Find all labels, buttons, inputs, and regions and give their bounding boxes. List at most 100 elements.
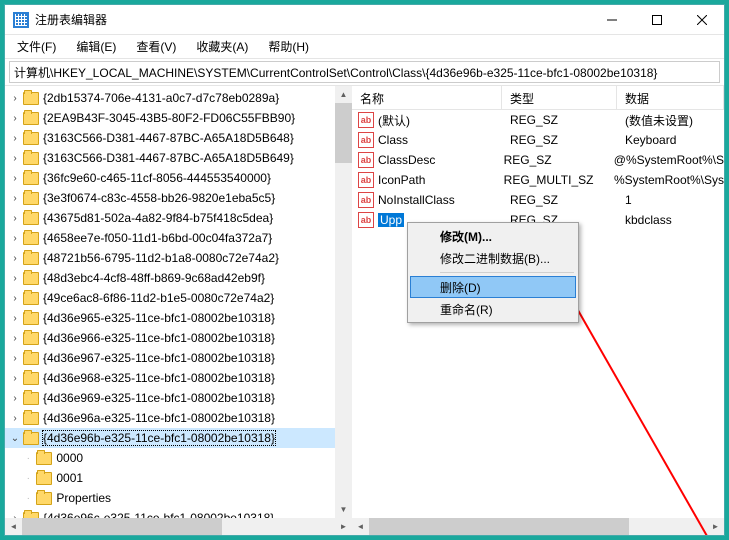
tree-row[interactable]: ⌄ {4d36e96b-e325-11ce-bfc1-08002be10318} [5,428,335,448]
tree-row[interactable]: · Properties [5,488,335,508]
chevron-right-icon[interactable]: › [9,333,21,344]
tree-row[interactable]: ›{4d36e969-e325-11ce-bfc1-08002be10318} [5,388,335,408]
list-row[interactable]: abIconPathREG_MULTI_SZ%SystemRoot%\Sys [352,170,724,190]
tree-label: {4d36e968-e325-11ce-bfc1-08002be10318} [43,371,275,385]
tree-row[interactable]: ›{48721b56-6795-11d2-b1a8-0080c72e74a2} [5,248,335,268]
menu-edit[interactable]: 编辑(E) [68,36,124,57]
tree-row[interactable]: ›{3e3f0674-c83c-4558-bb26-9820e1eba5c5} [5,188,335,208]
tree-row[interactable]: ·0000 [5,448,335,468]
tree-row[interactable]: ›{4d36e965-e325-11ce-bfc1-08002be10318} [5,308,335,328]
chevron-right-icon[interactable]: › [9,293,21,304]
folder-icon [23,132,39,145]
chevron-right-icon[interactable]: › [9,113,21,124]
tree-label: 0001 [56,471,83,485]
tree-row[interactable]: ›{48d3ebc4-4cf8-48ff-b869-9c68ad42eb9f} [5,268,335,288]
chevron-right-icon[interactable]: › [9,253,21,264]
window-controls [589,5,724,34]
scroll-left-button[interactable]: ◄ [5,518,22,535]
tree-label: {43675d81-502a-4a82-9f84-b75f418c5dea} [43,211,273,225]
scroll-thumb-h[interactable] [22,518,222,535]
chevron-right-icon[interactable]: › [9,213,21,224]
tree-row[interactable]: ›{49ce6ac8-6f86-11d2-b1e5-0080c72e74a2} [5,288,335,308]
list-row[interactable]: abClassDescREG_SZ@%SystemRoot%\S [352,150,724,170]
chevron-right-icon[interactable]: › [9,353,21,364]
menu-view[interactable]: 查看(V) [128,36,184,57]
chevron-right-icon[interactable]: › [9,373,21,384]
minimize-button[interactable] [589,5,634,34]
tree-row[interactable]: ›{3163C566-D381-4467-87BC-A65A18D5B649} [5,148,335,168]
menu-help[interactable]: 帮助(H) [260,36,317,57]
tree-list[interactable]: ›{2db15374-706e-4131-a0c7-d7c78eb0289a}›… [5,86,335,518]
folder-icon [36,492,52,505]
folder-icon [23,112,39,125]
header-data[interactable]: 数据 [617,86,724,109]
value-data: Keyboard [617,133,724,147]
chevron-right-icon[interactable]: › [9,313,21,324]
string-value-icon: ab [358,112,374,128]
address-bar[interactable]: 计算机\HKEY_LOCAL_MACHINE\SYSTEM\CurrentCon… [9,61,720,83]
ctx-delete[interactable]: 删除(D) [410,276,576,298]
tree-row[interactable]: ›{2EA9B43F-3045-43B5-80F2-FD06C55FBB90} [5,108,335,128]
chevron-right-icon[interactable]: › [9,393,21,404]
scroll-down-button[interactable]: ▼ [335,501,352,518]
list-scrollbar-h[interactable]: ◄ ► [352,518,724,535]
scroll-up-button[interactable]: ▲ [335,86,352,103]
header-type[interactable]: 类型 [502,86,617,109]
chevron-right-icon[interactable]: › [9,233,21,244]
scroll-thumb-v[interactable] [335,103,352,163]
value-data: @%SystemRoot%\S [606,153,724,167]
tree-row[interactable]: › {4d36e968-e325-11ce-bfc1-08002be10318} [5,368,335,388]
tree-row[interactable]: ·0001 [5,468,335,488]
list-scroll-thumb-h[interactable] [369,518,629,535]
tree-row[interactable]: ›{4658ee7e-f050-11d1-b6bd-00c04fa372a7} [5,228,335,248]
chevron-right-icon[interactable]: › [9,273,21,284]
value-name: ClassDesc [378,153,435,167]
chevron-right-icon[interactable]: › [9,93,21,104]
tree-line: · [22,493,34,504]
folder-icon [23,172,39,185]
tree-row[interactable]: ›{36fc9e60-c465-11cf-8056-444553540000} [5,168,335,188]
context-menu: 修改(M)... 修改二进制数据(B)... 删除(D) 重命名(R) [407,222,579,323]
titlebar[interactable]: 注册表编辑器 [5,5,724,35]
tree-scrollbar-h[interactable]: ◄ ► [5,518,352,535]
tree-row[interactable]: ›{4d36e96a-e325-11ce-bfc1-08002be10318} [5,408,335,428]
list-scroll-right-button[interactable]: ► [707,518,724,535]
tree-row[interactable]: ›{2db15374-706e-4131-a0c7-d7c78eb0289a} [5,88,335,108]
tree-label: Properties [56,491,111,505]
chevron-right-icon[interactable]: › [9,193,21,204]
chevron-right-icon[interactable]: › [9,413,21,424]
maximize-button[interactable] [634,5,679,34]
value-type: REG_MULTI_SZ [496,173,606,187]
ctx-modify[interactable]: 修改(M)... [410,225,576,247]
header-name[interactable]: 名称 [352,86,502,109]
tree-label: {4d36e96b-e325-11ce-bfc1-08002be10318} [43,431,275,445]
chevron-right-icon[interactable]: › [9,153,21,164]
chevron-right-icon[interactable]: › [9,133,21,144]
folder-icon [23,92,39,105]
list-row[interactable]: abClassREG_SZKeyboard [352,130,724,150]
list-header[interactable]: 名称 类型 数据 [352,86,724,110]
scroll-right-button[interactable]: ► [335,518,352,535]
tree-row[interactable]: › {43675d81-502a-4a82-9f84-b75f418c5dea} [5,208,335,228]
list-row[interactable]: ab(默认)REG_SZ(数值未设置) [352,110,724,130]
folder-icon [36,452,52,465]
ctx-modify-binary[interactable]: 修改二进制数据(B)... [410,247,576,269]
tree-row[interactable]: › {3163C566-D381-4467-87BC-A65A18D5B648} [5,128,335,148]
menu-file[interactable]: 文件(F) [9,36,64,57]
tree-row[interactable]: ›{4d36e967-e325-11ce-bfc1-08002be10318} [5,348,335,368]
ctx-rename[interactable]: 重命名(R) [410,298,576,320]
list-row[interactable]: abNoInstallClassREG_SZ1 [352,190,724,210]
list-scroll-left-button[interactable]: ◄ [352,518,369,535]
menu-favorites[interactable]: 收藏夹(A) [188,36,256,57]
tree-row[interactable]: ›{4d36e96c-e325-11ce-bfc1-08002be10318} [5,508,335,518]
tree-label: {3163C566-D381-4467-87BC-A65A18D5B648} [43,131,294,145]
chevron-down-icon[interactable]: ⌄ [9,433,21,444]
folder-icon [23,212,39,225]
close-button[interactable] [679,5,724,34]
value-type: REG_SZ [502,193,617,207]
tree-scrollbar-v[interactable]: ▲ ▼ [335,86,352,518]
chevron-right-icon[interactable]: › [9,173,21,184]
folder-icon [23,192,39,205]
tree-row[interactable]: ›{4d36e966-e325-11ce-bfc1-08002be10318} [5,328,335,348]
ctx-separator [440,272,574,273]
